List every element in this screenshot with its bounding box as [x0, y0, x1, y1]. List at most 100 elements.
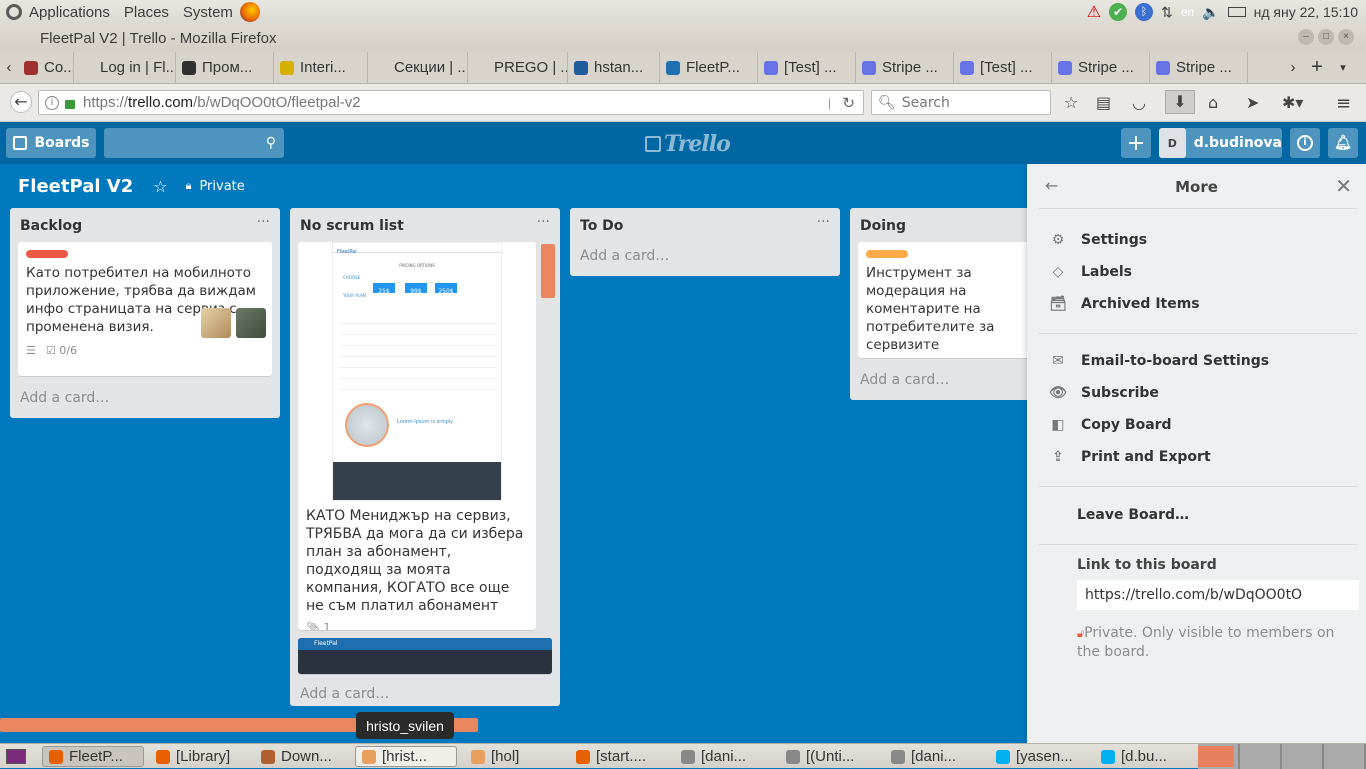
menu-copy-board[interactable]: ◧ Copy Board: [1049, 417, 1171, 433]
tab-7[interactable]: hstan...: [568, 51, 660, 84]
maximize-icon[interactable]: □: [1318, 29, 1334, 45]
member-tooltip: hristo_svilen: [356, 712, 454, 739]
boards-button[interactable]: Boards: [6, 128, 96, 158]
list-menu-icon[interactable]: ···: [257, 214, 270, 230]
tab-10[interactable]: Stripe ...: [856, 51, 954, 84]
notifications-button[interactable]: 🔔︎: [1328, 128, 1358, 158]
volume-icon[interactable]: 🔈: [1202, 4, 1219, 21]
card[interactable]: Инструмент за модерация на коментарите н…: [858, 242, 1030, 358]
menu-leave-board[interactable]: Leave Board…: [1077, 507, 1189, 523]
trello-logo[interactable]: Trello: [645, 131, 731, 157]
taskbar-button[interactable]: [dani...: [675, 746, 775, 767]
bluetooth-icon[interactable]: ᛒ: [1135, 3, 1154, 21]
search-field[interactable]: 🔍︎ Search: [871, 90, 1051, 115]
taskbar-button[interactable]: [hrist...: [355, 746, 457, 767]
taskbar-button[interactable]: Down...: [255, 746, 355, 767]
taskbar-button[interactable]: [yasen...: [990, 746, 1090, 767]
reload-icon[interactable]: ↻: [842, 94, 855, 112]
home-icon[interactable]: ⌂: [1208, 93, 1218, 112]
card[interactable]: FleetPal: [298, 638, 552, 674]
taskbar-button[interactable]: [hol]: [465, 746, 565, 767]
tab-12[interactable]: Stripe ...: [1052, 51, 1150, 84]
tab-1[interactable]: Co...: [18, 51, 74, 84]
update-check-icon[interactable]: ✔: [1109, 3, 1128, 21]
menu-subscribe[interactable]: 👁︎ Subscribe: [1049, 385, 1159, 401]
taskbar-button[interactable]: [dani...: [885, 746, 985, 767]
add-card-link[interactable]: Add a card…: [850, 366, 1030, 398]
pocket-icon[interactable]: ◡: [1132, 93, 1146, 112]
back-icon[interactable]: ←: [10, 91, 32, 113]
show-desktop-icon[interactable]: [6, 749, 26, 764]
member-menu-button[interactable]: D d.budinova: [1159, 128, 1282, 158]
board-title[interactable]: FleetPal V2: [18, 176, 133, 197]
new-tab-icon[interactable]: +: [1303, 56, 1331, 79]
taskbar-button[interactable]: [(Unti...: [780, 746, 880, 767]
add-card-link[interactable]: Add a card…: [10, 384, 280, 416]
tab-2[interactable]: Log in | Fl...: [74, 51, 176, 84]
battery-icon[interactable]: [1227, 7, 1246, 17]
downloads-icon[interactable]: ⬇: [1165, 90, 1195, 114]
menu-archived-items[interactable]: 🗃︎ Archived Items: [1049, 296, 1200, 312]
system-menu[interactable]: System: [176, 4, 240, 21]
info-icon[interactable]: i: [45, 95, 59, 110]
menu-labels[interactable]: ◇ Labels: [1049, 264, 1132, 280]
warning-icon[interactable]: ⚠: [1087, 2, 1101, 22]
tab-11[interactable]: [Test] ...: [954, 51, 1052, 84]
menu-email-to-board[interactable]: ✉ Email-to-board Settings: [1049, 353, 1269, 369]
tab-favicon-icon: [182, 60, 196, 75]
list-title[interactable]: Backlog: [10, 208, 280, 242]
hamburger-menu-icon[interactable]: ≡: [1336, 93, 1351, 114]
taskbar-button[interactable]: [Library]: [150, 746, 250, 767]
add-card-link[interactable]: Add a card…: [290, 680, 399, 706]
keyboard-layout[interactable]: en: [1181, 5, 1194, 19]
info-button[interactable]: i: [1290, 128, 1320, 158]
dropdown-history-icon[interactable]: |: [828, 96, 831, 110]
avatar[interactable]: [201, 308, 231, 338]
taskbar-button[interactable]: [d.bu...: [1095, 746, 1195, 767]
list-scrollbar[interactable]: [541, 244, 555, 298]
menu-print-export[interactable]: ⇪ Print and Export: [1049, 449, 1211, 465]
list-title[interactable]: Doing: [850, 208, 1030, 242]
close-window-icon[interactable]: ×: [1338, 29, 1354, 45]
tab-4[interactable]: Interi...: [274, 51, 368, 84]
tab-8[interactable]: FleetP...: [660, 51, 758, 84]
bookmark-star-icon[interactable]: ☆: [1064, 93, 1078, 112]
trello-search-input[interactable]: ⚲: [104, 128, 284, 158]
firefox-workspace-icon[interactable]: [1198, 746, 1234, 767]
tab-6[interactable]: PREGO | ...: [468, 51, 568, 84]
tab-13[interactable]: Stripe ...: [1150, 51, 1248, 84]
url-bar[interactable]: i https:// trello.com /b/wDqOO0tO/fleetp…: [38, 90, 864, 115]
tab-scroll-right-icon[interactable]: ›: [1283, 59, 1303, 76]
star-icon[interactable]: ☆: [153, 177, 167, 196]
tab-3[interactable]: Пром...: [176, 51, 274, 84]
tab-scroll-left-icon[interactable]: ‹: [0, 59, 18, 76]
minimize-icon[interactable]: –: [1298, 29, 1314, 45]
board-link-input[interactable]: https://trello.com/b/wDqOO0tO: [1077, 580, 1359, 610]
card[interactable]: FleetPal PRICING OPTIONS CHOOSE YOUR PLA…: [298, 242, 536, 630]
list-menu-icon[interactable]: ···: [537, 214, 550, 230]
taskbar-button[interactable]: [start....: [570, 746, 670, 767]
visibility-button[interactable]: 🔒︎ Private: [186, 179, 245, 194]
add-button[interactable]: +: [1121, 128, 1151, 158]
add-card-link[interactable]: Add a card…: [570, 242, 840, 274]
applications-menu[interactable]: Applications: [22, 4, 117, 21]
tab-5[interactable]: Секции | ...: [368, 51, 468, 84]
network-icon[interactable]: ⇅: [1161, 4, 1173, 21]
reading-list-icon[interactable]: ▤: [1096, 93, 1111, 112]
card[interactable]: Като потребител на мобилното приложение,…: [18, 242, 272, 376]
menu-settings[interactable]: ⚙ Settings: [1049, 232, 1147, 248]
clock[interactable]: нд яну 22, 15:10: [1254, 4, 1358, 20]
extension-icon[interactable]: ✱▾: [1282, 93, 1303, 112]
list-tabs-icon[interactable]: ▾: [1331, 61, 1355, 74]
list-title[interactable]: No scrum list: [290, 208, 560, 242]
ubuntu-logo-icon[interactable]: [6, 4, 22, 20]
taskbar-button[interactable]: FleetP...: [42, 746, 144, 767]
tab-9[interactable]: [Test] ...: [758, 51, 856, 84]
list-title[interactable]: To Do: [570, 208, 840, 242]
send-icon[interactable]: ➤: [1246, 93, 1259, 112]
list-menu-icon[interactable]: ···: [817, 214, 830, 230]
places-menu[interactable]: Places: [117, 4, 176, 21]
firefox-launcher-icon[interactable]: [239, 2, 260, 22]
close-icon[interactable]: ✕: [1335, 174, 1352, 198]
avatar[interactable]: [236, 308, 266, 338]
